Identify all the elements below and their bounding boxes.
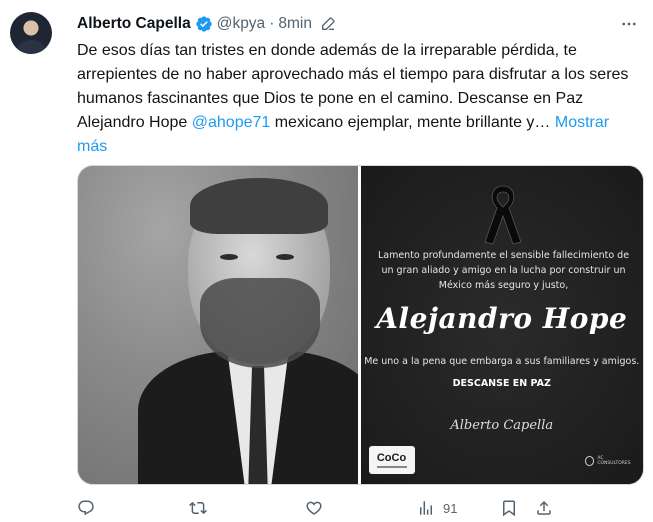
mourning-ribbon-icon xyxy=(483,185,522,245)
ac-consultores-logo: AC CONSULTORES xyxy=(585,450,635,472)
card-message: Lamento profundamente el sensible fallec… xyxy=(377,250,630,291)
tweet-header: Alberto Capella @kpya · 8min xyxy=(77,13,336,35)
card-signature: Alberto Capella xyxy=(450,418,554,433)
coco-logo: CoCo xyxy=(368,446,415,474)
share-button[interactable] xyxy=(535,497,553,519)
tweet-actions: 91 xyxy=(77,497,637,521)
bookmark-button[interactable] xyxy=(500,497,518,519)
separator-dot: · xyxy=(269,15,275,32)
like-button[interactable] xyxy=(305,497,323,519)
condolence-card-image[interactable]: Lamento profundamente el sensible fallec… xyxy=(360,166,643,484)
mention-link[interactable]: @ahope71 xyxy=(192,114,271,131)
coco-logo-text: CoCo xyxy=(376,452,407,464)
more-options-icon[interactable] xyxy=(619,14,639,34)
retweet-button[interactable] xyxy=(189,497,207,519)
reply-icon xyxy=(78,500,94,516)
verified-badge-icon[interactable] xyxy=(195,15,213,33)
views-count: 91 xyxy=(443,500,458,516)
tweet-time[interactable]: 8min xyxy=(278,15,312,33)
edited-pencil-icon[interactable] xyxy=(320,16,336,32)
author-name[interactable]: Alberto Capella xyxy=(77,15,191,33)
views-chart-icon xyxy=(420,501,432,515)
portrait-photo[interactable] xyxy=(78,166,358,484)
retweet-icon xyxy=(189,501,207,515)
tweet-text-part2: mexicano ejemplar, mente brillante y… xyxy=(270,114,555,131)
reply-button[interactable] xyxy=(77,497,95,519)
heart-icon xyxy=(306,501,322,515)
author-handle[interactable]: @kpya xyxy=(217,15,265,33)
tweet-text: De esos días tan tristes en donde además… xyxy=(77,39,637,159)
views-button[interactable]: 91 xyxy=(417,497,457,519)
card-rip: DESCANSE EN PAZ xyxy=(452,378,551,389)
card-name: Alejandro Hope xyxy=(376,302,628,335)
tweet[interactable]: Alberto Capella @kpya · 8min De esos día… xyxy=(0,0,653,522)
bookmark-icon xyxy=(503,500,515,517)
ac-logo-text: AC CONSULTORES xyxy=(597,456,631,466)
avatar[interactable] xyxy=(10,12,52,54)
card-subtext: Me uno a la pena que embarga a sus famil… xyxy=(364,356,640,367)
share-icon xyxy=(537,500,551,515)
tweet-media: Lamento profundamente el sensible fallec… xyxy=(77,165,644,485)
